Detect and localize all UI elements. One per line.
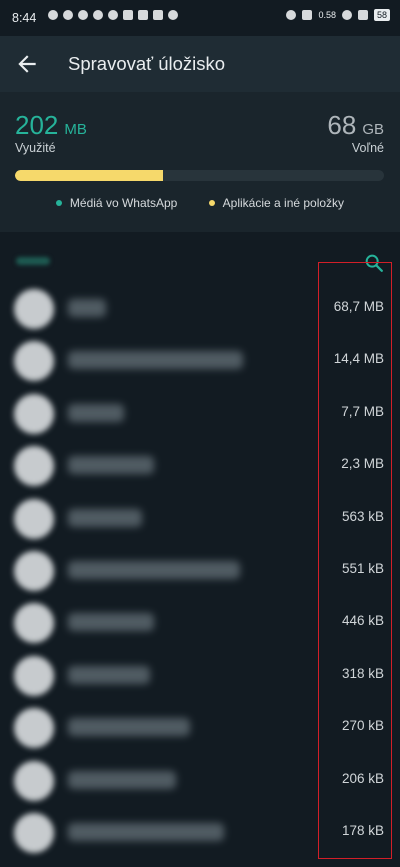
storage-usage-fill	[15, 170, 163, 181]
free-label: Voľné	[351, 141, 384, 155]
messenger-icon	[48, 10, 58, 20]
facebook-icon	[168, 10, 178, 20]
back-arrow-icon[interactable]	[14, 51, 40, 77]
calendar-icon	[138, 10, 148, 20]
chat-size: 7,7 MB	[341, 403, 384, 419]
chat-storage-list: 68,7 MB 14,4 MB 7,7 MB 2,3 MB 563 kB 551 kB 44…	[0, 232, 400, 867]
chat-size: 551 kB	[341, 561, 384, 576]
vibrate-icon	[302, 10, 313, 20]
network-speed: 0.58	[318, 10, 336, 20]
chat-name-blurred	[68, 770, 176, 789]
chat-row[interactable]: 551 kB	[0, 544, 400, 596]
chat-name-blurred	[68, 299, 106, 317]
chat-row[interactable]: 206 kB	[0, 754, 400, 806]
avatar	[14, 603, 54, 644]
avatar	[14, 289, 54, 329]
chat-size: 2,3 MB	[341, 456, 384, 472]
chat-row[interactable]: 178 kB	[0, 806, 400, 858]
cloud-icon	[123, 10, 133, 20]
chat-name-blurred	[68, 508, 142, 527]
legend-media-label: Médiá vo WhatsApp	[69, 196, 178, 210]
legend-media: Médiá vo WhatsApp	[55, 196, 178, 210]
chat-row[interactable]: 318 kB	[0, 649, 400, 701]
free-value: 68	[327, 110, 357, 140]
chat-name-blurred	[68, 718, 190, 737]
chat-size: 563 kB	[341, 508, 384, 524]
storage-usage-bar	[15, 170, 384, 181]
chat-size: 14,4 MB	[333, 351, 384, 367]
status-time: 8:44	[12, 11, 37, 25]
chat-name-blurred	[68, 561, 240, 579]
legend-apps-label: Aplikácie a iné položky	[222, 196, 345, 210]
chat-size: 178 kB	[341, 823, 384, 838]
chat-row[interactable]: 2,3 MB	[0, 439, 400, 491]
used-label: Využité	[15, 141, 56, 155]
avatar	[14, 655, 54, 696]
signal-icon	[357, 10, 368, 20]
alarm-icon	[286, 10, 297, 20]
system-icons: 0.58 58	[286, 9, 390, 21]
chat-size: 68,7 MB	[333, 299, 384, 314]
alert-icon	[108, 10, 118, 20]
search-icon[interactable]	[363, 252, 385, 274]
chat-row[interactable]: 68,7 MB	[0, 282, 400, 334]
storage-legend: Médiá vo WhatsApp Aplikácie a iné položk…	[0, 195, 400, 210]
notification-icons	[48, 10, 178, 20]
chat-name-blurred	[68, 665, 150, 684]
free-unit: GB	[362, 121, 384, 138]
section-header-blurred	[16, 257, 50, 265]
messenger-icon-2	[93, 10, 103, 20]
chat-row[interactable]: 270 kB	[0, 701, 400, 753]
avatar	[14, 551, 54, 591]
avatar	[14, 341, 54, 382]
chat-size: 318 kB	[341, 665, 384, 681]
chat-name-blurred	[68, 456, 154, 475]
avatar	[14, 813, 54, 853]
battery-indicator: 58	[373, 9, 390, 21]
chat-name-blurred	[68, 351, 243, 370]
page-title: Spravovať úložisko	[68, 53, 226, 74]
legend-apps: Aplikácie a iné položky	[208, 196, 345, 210]
chat-size: 270 kB	[341, 718, 384, 734]
avatar	[14, 446, 54, 487]
chat-name-blurred	[68, 823, 224, 841]
chat-row[interactable]: 563 kB	[0, 492, 400, 544]
skype-icon	[63, 10, 73, 20]
avatar	[14, 498, 54, 539]
chat-row[interactable]: 7,7 MB	[0, 387, 400, 439]
chat-size: 446 kB	[341, 613, 384, 629]
app-bar: Spravovať úložisko	[0, 36, 400, 92]
status-bar: 8:44 0.58 58	[0, 0, 400, 36]
apps-dot-icon	[208, 200, 215, 206]
chat-row[interactable]: 14,4 MB	[0, 334, 400, 386]
chat-name-blurred	[68, 403, 124, 422]
chat-size: 206 kB	[341, 770, 384, 786]
wifi-icon	[341, 10, 352, 20]
avatar	[14, 393, 54, 434]
avatar	[14, 760, 54, 801]
storage-summary: 202 MB Využité 68 GB Voľné Médiá vo WhatsA…	[0, 92, 400, 232]
used-storage: 202 MB	[15, 110, 87, 141]
sum-icon	[153, 10, 163, 20]
media-dot-icon	[55, 200, 62, 206]
free-storage: 68 GB	[327, 110, 384, 141]
chat-name-blurred	[68, 613, 154, 632]
avatar	[14, 708, 54, 749]
used-unit: MB	[64, 121, 87, 138]
chat-row[interactable]: 446 kB	[0, 596, 400, 648]
snapchat-icon	[78, 10, 88, 20]
used-value: 202	[15, 110, 59, 140]
